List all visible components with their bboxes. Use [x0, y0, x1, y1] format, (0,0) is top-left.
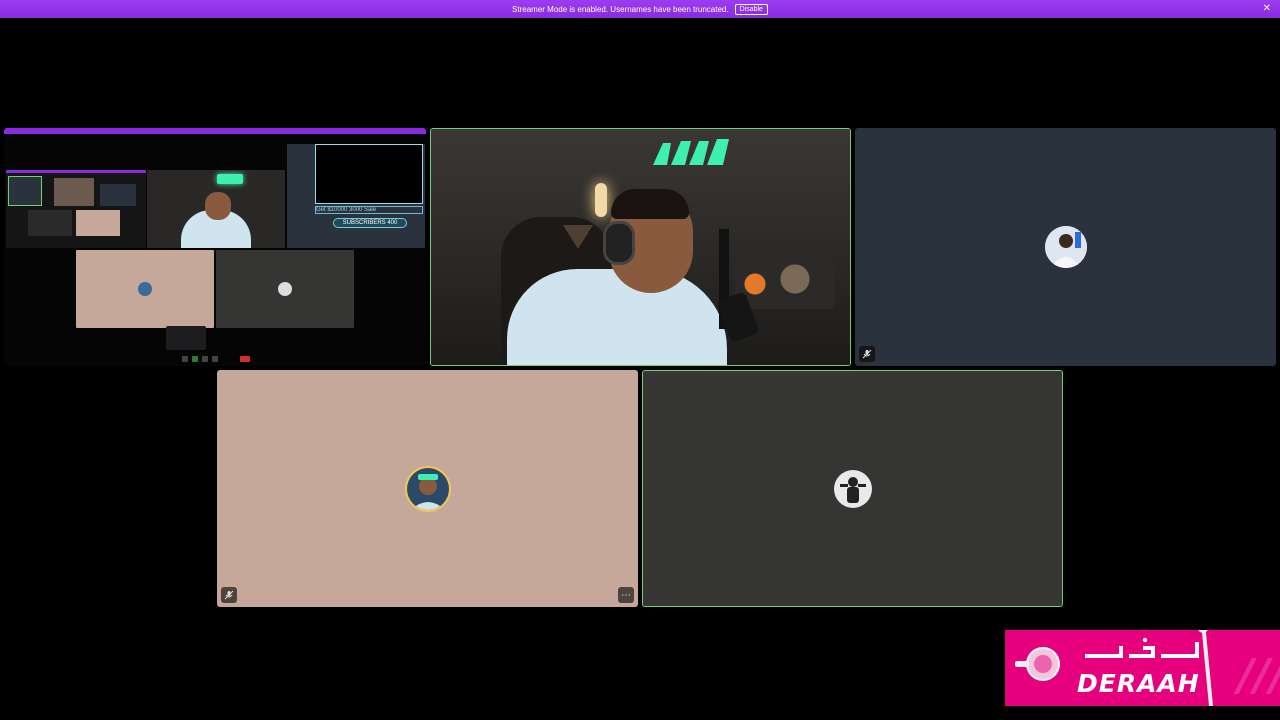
participant-tile-bottom-right[interactable] [642, 370, 1063, 607]
logo-emblem-icon [1015, 647, 1060, 681]
streamer-mode-message: Streamer Mode is enabled. Usernames have… [512, 4, 729, 14]
participant-avatar [406, 467, 449, 510]
shelf-decoration [735, 259, 835, 309]
preview-tile-gray [216, 250, 354, 328]
disable-streamer-mode-button[interactable]: Disable [734, 3, 768, 15]
headphones [603, 221, 635, 265]
deraah-logo-overlay: /// DERAAH [1005, 630, 1280, 706]
streamer-mode-banner: Streamer Mode is enabled. Usernames have… [0, 0, 1280, 18]
preview-tile-overlay: Get $10000 3000 Sale SUBSCRIBERS 400 [287, 144, 425, 248]
participant-avatar [833, 469, 872, 508]
participant-tile-right[interactable] [855, 128, 1276, 366]
preview-subscribers: SUBSCRIBERS 400 [333, 218, 407, 228]
preview-tile-cam [147, 170, 285, 248]
mic-muted-icon [859, 346, 875, 362]
logo-watermark: /// [1237, 650, 1280, 701]
preview-ticker: Get $10000 3000 Sale [315, 206, 423, 214]
participant-tile-bottom-left[interactable]: ⋯ [217, 370, 638, 607]
preview-control-bar [182, 356, 256, 362]
more-options-button[interactable]: ⋯ [618, 587, 634, 603]
logo-sword-icon [1198, 630, 1213, 706]
preview-tile-share [6, 170, 146, 248]
screen-share-tile[interactable]: Get $10000 3000 Sale SUBSCRIBERS 400 [4, 128, 426, 366]
stream-tile-main[interactable] [430, 128, 851, 366]
preview-tile-pink [76, 250, 214, 328]
participant-avatar [1044, 226, 1087, 268]
streamer-body [507, 269, 727, 365]
streamer-hair [611, 189, 689, 219]
call-window: Streamer Mode is enabled. Usernames have… [0, 0, 1280, 720]
lamp-decoration [595, 183, 607, 217]
mic-muted-icon [221, 587, 237, 603]
close-icon[interactable]: ✕ [1263, 3, 1271, 15]
preview-banner [4, 128, 426, 134]
neon-sign-decoration [653, 139, 729, 165]
preview-context-menu [166, 326, 206, 350]
